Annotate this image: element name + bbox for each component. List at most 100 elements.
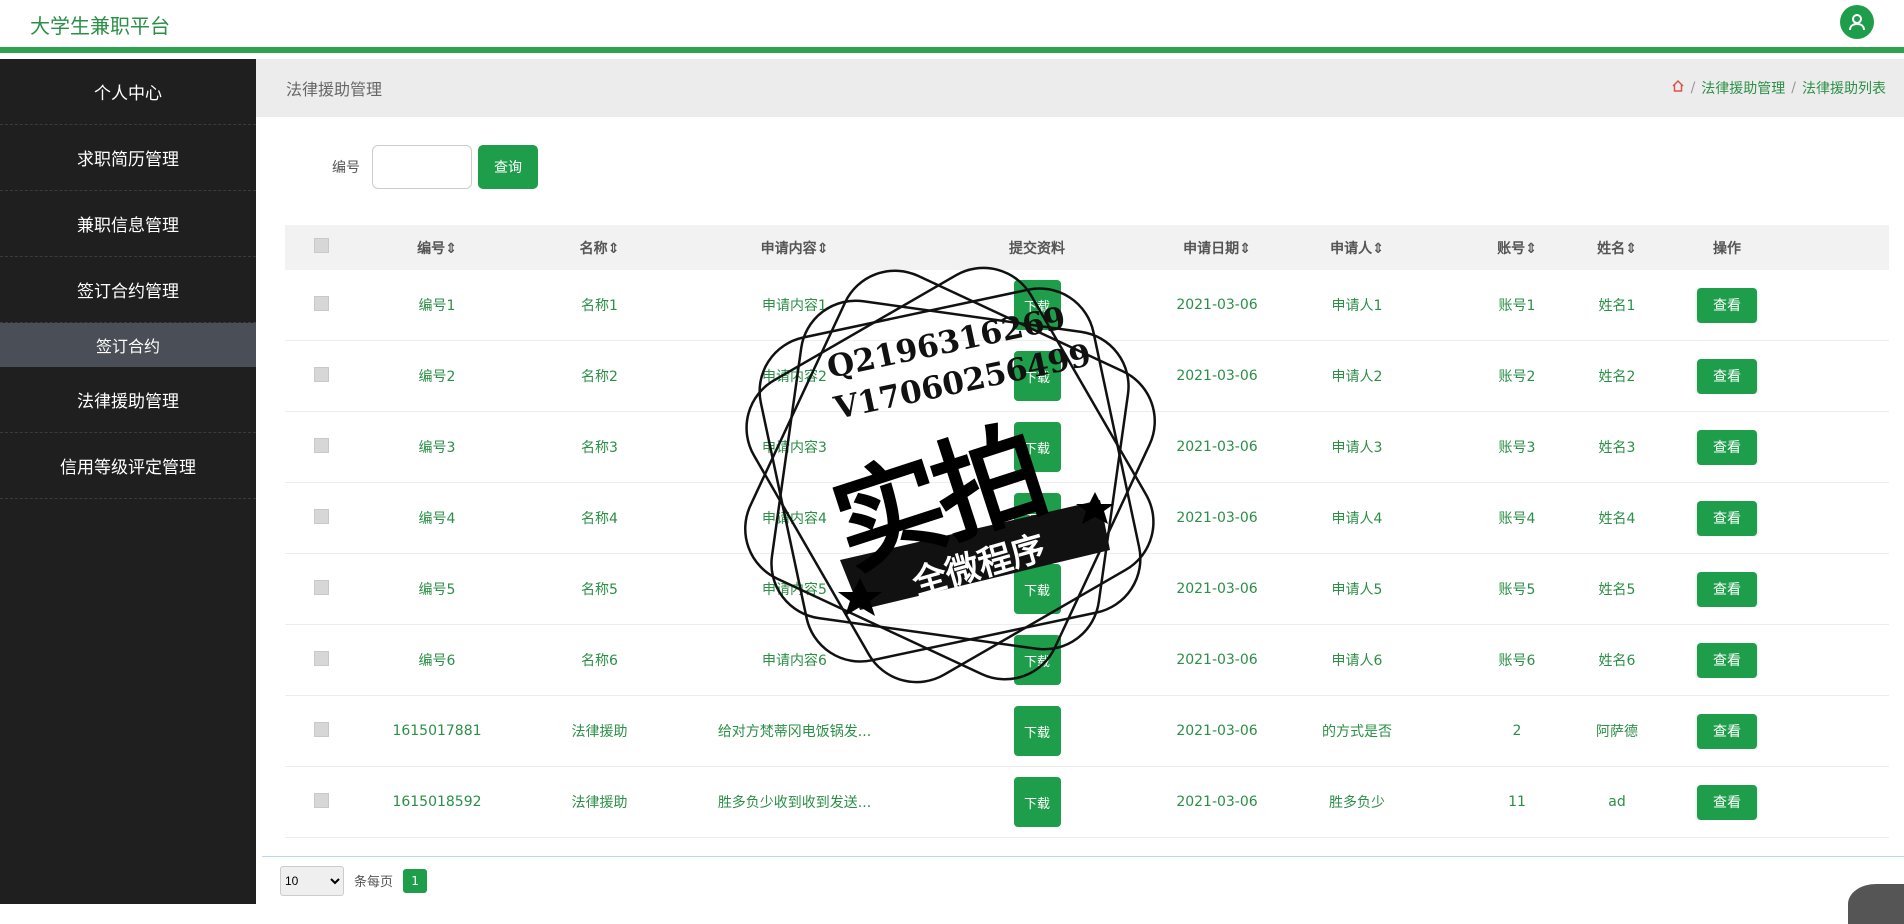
row-checkbox[interactable] [313,366,329,382]
download-button[interactable]: 下载 [1013,777,1061,827]
cell-realname: 阿萨德 [1596,724,1638,740]
cell-realname: 姓名1 [1598,298,1636,314]
cell-date: 2021-03-06 [1176,368,1258,384]
cell-account: 账号2 [1498,369,1536,385]
breadcrumb-item-legal-aid-list[interactable]: 法律援助列表 [1802,78,1886,98]
view-button[interactable]: 查看 [1697,784,1757,820]
cell-applicant: 申请人6 [1331,653,1383,669]
cell-id: 编号3 [418,440,456,456]
sidebar-item-legal-aid-management[interactable]: 法律援助管理 [0,367,256,433]
column-header-content[interactable]: 申请内容⇕ [682,238,907,258]
breadcrumb-separator: / [1690,80,1696,96]
search-bar: 编号 查询 [332,145,538,189]
sidebar-item-parttime-management[interactable]: 兼职信息管理 [0,191,256,257]
cell-applicant: 申请人3 [1331,440,1383,456]
row-checkbox[interactable] [313,650,329,666]
column-header-account[interactable]: 账号⇕ [1447,238,1587,258]
page-title: 法律援助管理 [286,80,383,99]
cell-account: 账号5 [1498,582,1536,598]
cell-account: 账号3 [1498,440,1536,456]
sort-icon: ⇕ [1625,240,1637,257]
cell-name: 名称4 [581,511,618,527]
row-checkbox[interactable] [313,295,329,311]
view-button[interactable]: 查看 [1697,713,1757,749]
cell-realname: 姓名4 [1598,511,1636,527]
sort-icon: ⇕ [445,240,457,257]
column-header-name[interactable]: 名称⇕ [517,238,682,258]
column-header-actions: 操作 [1713,240,1741,257]
per-page-label: 条每页 [354,875,394,890]
cell-id: 编号6 [418,653,456,669]
sidebar-item-credit-rating-management[interactable]: 信用等级评定管理 [0,433,256,499]
page-button-current[interactable]: 1 [403,868,428,893]
cell-applicant: 申请人4 [1331,511,1383,527]
sort-icon: ⇕ [816,240,829,257]
cell-content: 胜多负少收到收到发送... [717,795,872,811]
sort-icon: ⇕ [1239,240,1251,257]
cell-name: 名称1 [581,298,618,314]
cell-applicant: 申请人2 [1331,369,1383,385]
cell-id: 1615017881 [392,723,482,739]
home-icon[interactable] [1671,79,1685,97]
cell-applicant: 申请人5 [1331,582,1383,598]
sort-icon: ⇕ [1525,240,1537,257]
row-checkbox[interactable] [313,721,329,737]
search-label: 编号 [332,160,360,176]
cell-content: 给对方梵蒂冈电饭锅发... [717,724,872,740]
view-button[interactable]: 查看 [1697,500,1757,536]
cell-date: 2021-03-06 [1176,581,1258,597]
cell-id: 编号4 [418,511,456,527]
cell-date: 2021-03-06 [1176,439,1258,455]
table-row: 1615017881 法律援助 给对方梵蒂冈电饭锅发... 下载 2021-03-06 的… [285,696,1889,767]
pagination: 10 条每页 1 [262,856,1904,904]
page-header: 法律援助管理 / 法律援助管理 / 法律援助列表 [256,59,1904,117]
sort-icon: ⇕ [607,240,620,257]
column-header-applicant[interactable]: 申请人⇕ [1267,238,1447,258]
watermark-stamp: Q2196316269 V17060256499 实拍 全微程序 [740,260,1160,690]
sidebar: 个人中心 求职简历管理 兼职信息管理 签订合约管理 签订合约 法律援助管理 信用… [0,59,256,904]
cell-name: 法律援助 [571,795,628,811]
search-button[interactable]: 查询 [478,145,538,189]
view-button[interactable]: 查看 [1697,642,1757,678]
view-button[interactable]: 查看 [1697,287,1757,323]
view-button[interactable]: 查看 [1697,571,1757,607]
cell-account: 2 [1512,723,1522,739]
cell-date: 2021-03-06 [1176,510,1258,526]
cell-realname: ad [1608,794,1626,810]
search-id-input[interactable] [372,145,472,189]
column-header-id[interactable]: 编号⇕ [357,238,517,258]
cell-account: 账号6 [1498,653,1536,669]
cell-id: 1615018592 [392,794,482,810]
scroll-top-button[interactable] [1848,884,1904,924]
row-checkbox[interactable] [313,792,329,808]
user-avatar-icon[interactable] [1840,5,1874,39]
row-checkbox[interactable] [313,437,329,453]
cell-applicant: 的方式是否 [1322,724,1392,740]
sidebar-item-resume-management[interactable]: 求职简历管理 [0,125,256,191]
page-size-select[interactable]: 10 [280,865,344,896]
view-button[interactable]: 查看 [1697,358,1757,394]
cell-name: 名称3 [581,440,618,456]
sidebar-subitem-contract[interactable]: 签订合约 [0,323,256,367]
sidebar-item-personal-center[interactable]: 个人中心 [0,59,256,125]
column-header-date[interactable]: 申请日期⇕ [1167,238,1267,258]
cell-realname: 姓名5 [1598,582,1636,598]
cell-id: 编号2 [418,369,456,385]
row-checkbox[interactable] [313,579,329,595]
cell-applicant: 申请人1 [1331,298,1383,314]
cell-date: 2021-03-06 [1176,652,1258,668]
breadcrumb-item-legal-aid-management[interactable]: 法律援助管理 [1701,78,1785,98]
select-all-checkbox[interactable] [313,238,329,253]
sidebar-item-contract-management[interactable]: 签订合约管理 [0,257,256,323]
cell-id: 编号5 [418,582,456,598]
column-header-realname[interactable]: 姓名⇕ [1587,238,1647,258]
cell-account: 账号4 [1498,511,1536,527]
view-button[interactable]: 查看 [1697,429,1757,465]
cell-realname: 姓名3 [1598,440,1636,456]
cell-account: 11 [1508,794,1526,810]
breadcrumb-separator: / [1791,80,1796,96]
sort-icon: ⇕ [1372,240,1384,257]
download-button[interactable]: 下载 [1013,706,1061,756]
row-checkbox[interactable] [313,508,329,524]
cell-realname: 姓名2 [1598,369,1636,385]
